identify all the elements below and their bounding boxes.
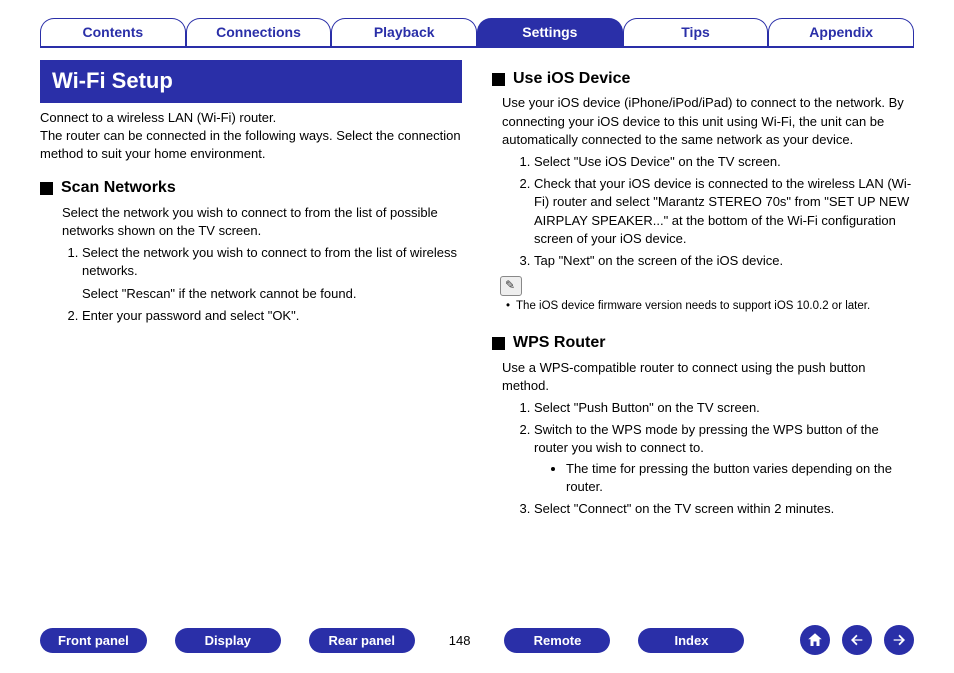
list-item: Check that your iOS device is connected …: [534, 175, 914, 248]
tab-connections[interactable]: Connections: [186, 18, 332, 46]
list-item: Select "Push Button" on the TV screen.: [534, 399, 914, 417]
list-item: Switch to the WPS mode by pressing the W…: [534, 421, 914, 496]
scan-steps: Select the network you wish to connect t…: [62, 244, 462, 325]
next-page-icon[interactable]: [884, 625, 914, 655]
page-number: 148: [449, 633, 471, 648]
tab-appendix[interactable]: Appendix: [768, 18, 914, 46]
section-use-ios-device: Use iOS Device: [492, 68, 914, 90]
home-icon[interactable]: [800, 625, 830, 655]
wps-steps: Select "Push Button" on the TV screen. S…: [514, 399, 914, 518]
note-icon: [500, 276, 522, 296]
section-scan-networks: Scan Networks: [40, 177, 462, 199]
tab-contents[interactable]: Contents: [40, 18, 186, 46]
front-panel-button[interactable]: Front panel: [40, 628, 147, 653]
list-item: Select "Connect" on the TV screen within…: [534, 500, 914, 518]
rear-panel-button[interactable]: Rear panel: [309, 628, 415, 653]
list-item: Tap "Next" on the screen of the iOS devi…: [534, 252, 914, 270]
list-item: Select "Use iOS Device" on the TV screen…: [534, 153, 914, 171]
intro-text: Connect to a wireless LAN (Wi-Fi) router…: [40, 109, 462, 164]
wps-substep: The time for pressing the button varies …: [566, 460, 914, 496]
top-tabs: Contents Connections Playback Settings T…: [40, 18, 914, 46]
display-button[interactable]: Display: [175, 628, 281, 653]
footer: Front panel Display Rear panel 148 Remot…: [40, 625, 914, 655]
list-item: Select the network you wish to connect t…: [82, 244, 462, 303]
tab-tips[interactable]: Tips: [623, 18, 769, 46]
ios-note: The iOS device firmware version needs to…: [506, 298, 914, 314]
index-button[interactable]: Index: [638, 628, 744, 653]
right-column: Use iOS Device Use your iOS device (iPho…: [492, 60, 914, 522]
prev-page-icon[interactable]: [842, 625, 872, 655]
tab-settings[interactable]: Settings: [477, 18, 623, 46]
tab-playback[interactable]: Playback: [331, 18, 477, 46]
ios-steps: Select "Use iOS Device" on the TV screen…: [514, 153, 914, 270]
scan-desc: Select the network you wish to connect t…: [62, 204, 462, 240]
wps-desc: Use a WPS-compatible router to connect u…: [502, 359, 914, 395]
left-column: Wi-Fi Setup Connect to a wireless LAN (W…: [40, 60, 462, 522]
section-wps-router: WPS Router: [492, 332, 914, 354]
ios-desc: Use your iOS device (iPhone/iPod/iPad) t…: [502, 94, 914, 149]
list-item: Enter your password and select "OK".: [82, 307, 462, 325]
remote-button[interactable]: Remote: [504, 628, 610, 653]
page-title: Wi-Fi Setup: [40, 60, 462, 103]
